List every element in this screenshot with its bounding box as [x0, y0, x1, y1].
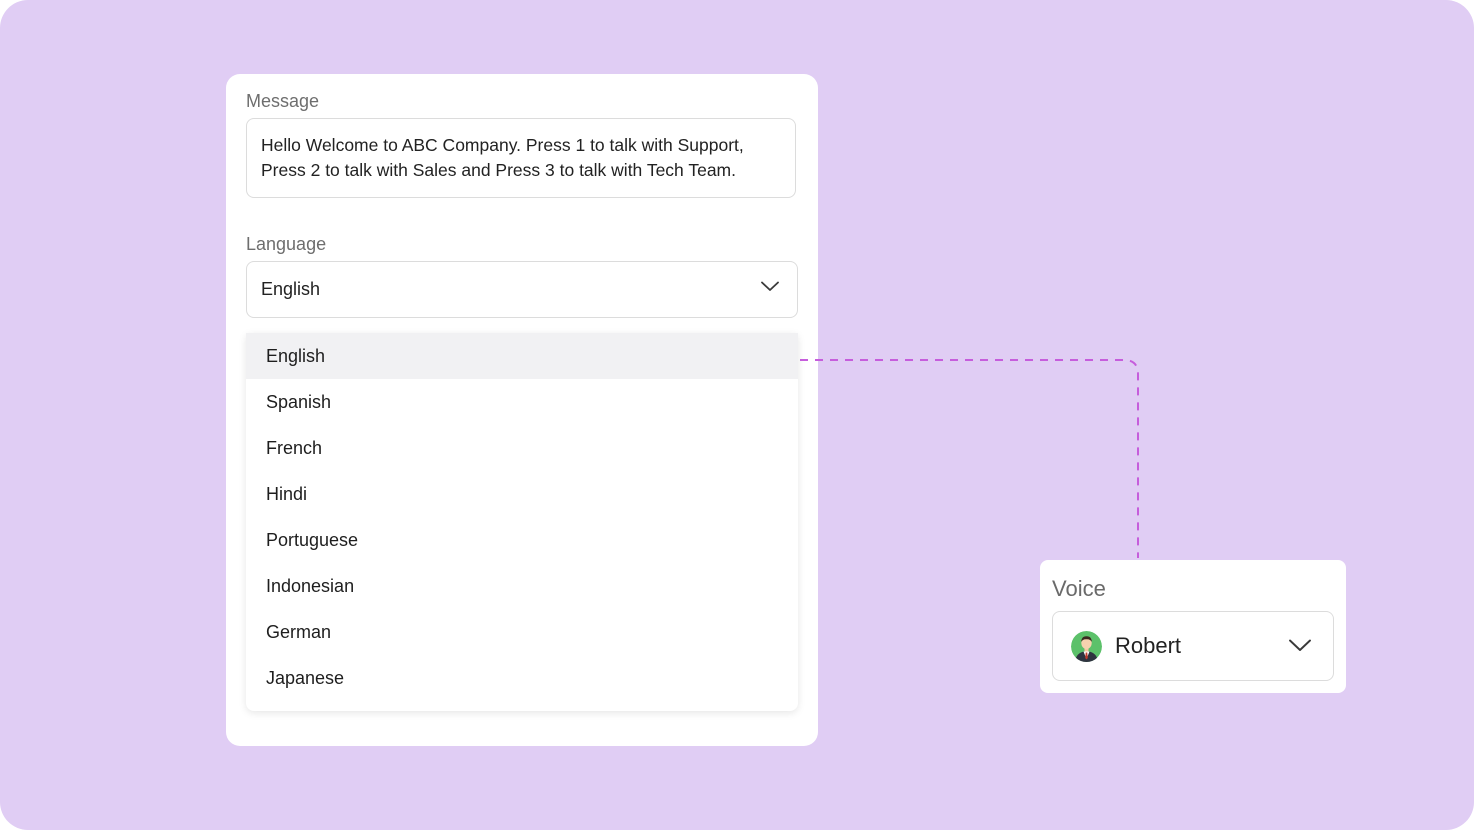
language-dropdown-list: English Spanish French Hindi Portuguese …: [246, 333, 798, 711]
chevron-down-icon: [761, 281, 779, 291]
language-option-portuguese[interactable]: Portuguese: [246, 517, 798, 563]
message-language-card: Message Hello Welcome to ABC Company. Pr…: [226, 74, 818, 746]
language-option-german[interactable]: German: [246, 609, 798, 655]
language-option-japanese[interactable]: Japanese: [246, 655, 798, 701]
voice-select[interactable]: Robert: [1052, 611, 1334, 681]
chevron-down-icon: [1289, 639, 1311, 651]
person-avatar-icon: [1071, 631, 1102, 662]
language-label: Language: [246, 234, 327, 254]
language-option-hindi[interactable]: Hindi: [246, 471, 798, 517]
language-select[interactable]: English: [246, 261, 798, 318]
canvas-background: Message Hello Welcome to ABC Company. Pr…: [0, 0, 1474, 830]
language-option-indonesian[interactable]: Indonesian: [246, 563, 798, 609]
language-option-english[interactable]: English: [246, 333, 798, 379]
language-option-spanish[interactable]: Spanish: [246, 379, 798, 425]
voice-card: Voice Robert: [1040, 560, 1346, 693]
message-label: Message: [246, 91, 320, 111]
language-option-french[interactable]: French: [246, 425, 798, 471]
voice-label: Voice: [1052, 576, 1106, 601]
voice-selected-value: Robert: [1115, 633, 1182, 658]
language-selected-value: English: [261, 279, 321, 299]
message-textarea[interactable]: Hello Welcome to ABC Company. Press 1 to…: [246, 118, 796, 198]
